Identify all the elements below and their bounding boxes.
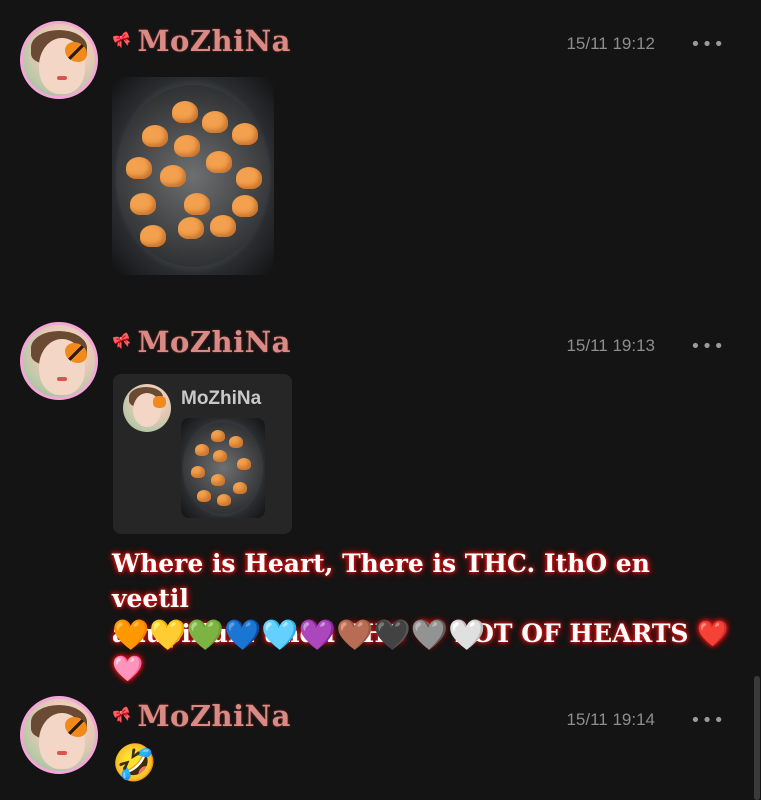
- username-row: 🎀 MoZhiNa: [111, 24, 291, 58]
- ribbon-icon: 🎀: [111, 331, 134, 353]
- username[interactable]: MoZhiNa: [137, 24, 291, 58]
- butterfly-icon: [153, 396, 166, 408]
- emoji-hearts-line: 🧡💛💚💙🩵💜🤎🖤🩶🤍: [112, 618, 486, 653]
- timestamp: 15/11 19:12: [566, 34, 655, 53]
- username-row: 🎀 MoZhiNa: [111, 699, 291, 733]
- message-image[interactable]: [112, 77, 274, 275]
- ribbon-icon: 🎀: [111, 30, 134, 52]
- username[interactable]: MoZhiNa: [137, 325, 291, 359]
- avatar[interactable]: [20, 21, 98, 99]
- reply-username: MoZhiNa: [181, 388, 262, 409]
- timestamp: 15/11 19:14: [566, 710, 655, 729]
- avatar[interactable]: [20, 322, 98, 400]
- username[interactable]: MoZhiNa: [137, 699, 291, 733]
- message-text: Where is Heart, There is THC. IthO en ve…: [112, 546, 732, 686]
- ribbon-icon: 🎀: [111, 705, 134, 727]
- more-options-icon[interactable]: •••: [690, 336, 725, 357]
- username-row: 🎀 MoZhiNa: [111, 325, 291, 359]
- more-options-icon[interactable]: •••: [690, 34, 725, 55]
- reply-preview[interactable]: MoZhiNa: [113, 374, 292, 534]
- more-options-icon[interactable]: •••: [690, 710, 725, 731]
- timestamp: 15/11 19:13: [566, 336, 655, 355]
- message-text-line: Where is Heart, There is THC. IthO en ve…: [112, 549, 650, 613]
- laughing-emoji: 🤣: [112, 743, 157, 784]
- scrollbar[interactable]: [754, 676, 760, 800]
- reply-avatar: [123, 384, 171, 432]
- reply-image: [181, 418, 265, 518]
- avatar[interactable]: [20, 696, 98, 774]
